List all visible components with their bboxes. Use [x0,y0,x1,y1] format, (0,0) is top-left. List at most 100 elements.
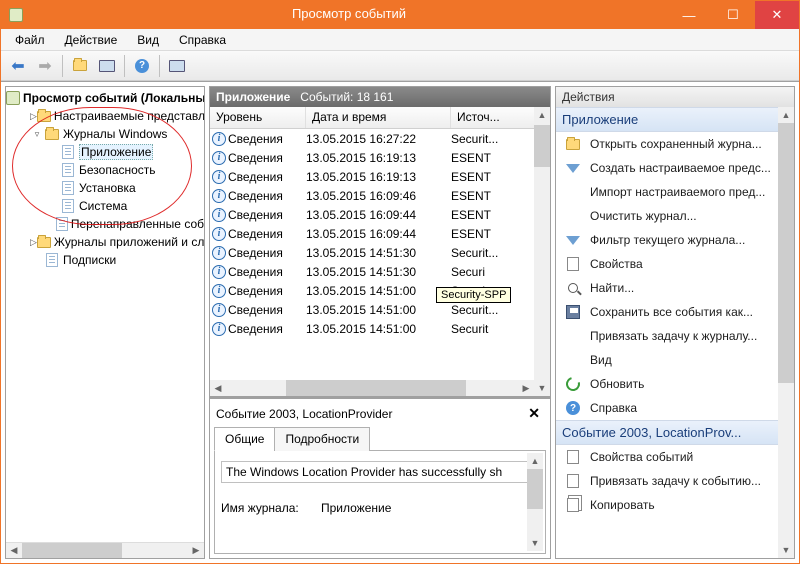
tree-item[interactable]: Перенаправленные соб [6,215,204,233]
row-level: Сведения [228,170,306,184]
section-title-label: Приложение [562,112,638,127]
show-tree-button[interactable] [67,54,93,78]
panel-toggle-button-2[interactable] [164,54,190,78]
menu-action[interactable]: Действие [57,31,126,49]
info-icon: i [212,208,226,222]
action-item[interactable]: Очистить журнал... [556,204,794,228]
event-row[interactable]: iСведения13.05.2015 14:51:30Securit... [210,243,550,262]
actions-section-event-title[interactable]: Событие 2003, LocationProv...▲ [556,420,794,445]
log-icon [62,145,74,159]
filter-icon [566,164,580,173]
details-close-button[interactable]: ✕ [524,405,544,422]
action-item[interactable]: Обновить [556,372,794,396]
tab-general[interactable]: Общие [214,427,275,451]
tree-item[interactable]: ▷ Журналы приложений и сл [6,233,204,251]
action-label: Вид [590,353,773,367]
action-item[interactable]: Импорт настраиваемого пред... [556,180,794,204]
minimize-button[interactable]: — [667,1,711,29]
action-label: Копировать [590,498,773,512]
event-row[interactable]: iСведения13.05.2015 16:09:44ESENT [210,224,550,243]
panel-toggle-button[interactable] [94,54,120,78]
row-datetime: 13.05.2015 14:51:00 [306,322,451,336]
actions-vscrollbar[interactable]: ▲▼ [778,107,794,558]
action-item[interactable]: Привязать задачу к событию... [556,469,794,493]
action-item[interactable]: Привязать задачу к журналу... [556,324,794,348]
titlebar: Просмотр событий — ☐ ✕ [1,1,799,29]
row-level: Сведения [228,132,306,146]
maximize-button[interactable]: ☐ [711,1,755,29]
col-level[interactable]: Уровень [210,107,306,128]
tree-root[interactable]: Просмотр событий (Локальны [6,89,204,107]
help-button[interactable]: ? [129,54,155,78]
log-icon [56,217,68,231]
list-vscrollbar[interactable]: ▲▼ [534,107,550,396]
menu-help[interactable]: Справка [171,31,234,49]
tree-item[interactable]: Подписки [6,251,204,269]
tree-item[interactable]: ▷Настраиваемые представл [6,107,204,125]
action-item[interactable]: ?Справка▶ [556,396,794,420]
tree-body[interactable]: Просмотр событий (Локальны▷Настраиваемые… [6,87,204,542]
toolbar-separator [124,55,125,77]
save-icon [566,305,580,319]
action-item[interactable]: Фильтр текущего журнала... [556,228,794,252]
toolbar: ⬅ ➡ ? [1,51,799,81]
row-datetime: 13.05.2015 14:51:30 [306,265,451,279]
tab-details[interactable]: Подробности [274,427,370,451]
action-item[interactable]: Свойства событий [556,445,794,469]
log-icon [62,181,74,195]
tree-item[interactable]: ▿ Журналы Windows [6,125,204,143]
info-icon: i [212,132,226,146]
tree-twisty[interactable]: ▿ [30,129,44,140]
tree-item[interactable]: Система [6,197,204,215]
tree-hscrollbar[interactable]: ◀▶ [6,542,204,558]
tree-item-label: Журналы Windows [63,127,167,141]
actions-header: Действия [556,87,794,107]
tree-item[interactable]: Установка [6,179,204,197]
tree-twisty[interactable]: ▷ [30,111,37,122]
event-row[interactable]: iСведения13.05.2015 16:09:44ESENT [210,205,550,224]
event-viewer-icon [6,91,20,105]
tree-item-label: Журналы приложений и сл [54,235,204,249]
actions-section-app-title[interactable]: Приложение▲ [556,107,794,132]
row-level: Сведения [228,246,306,260]
event-row[interactable]: iСведения13.05.2015 16:19:13ESENT [210,148,550,167]
event-row[interactable]: iСведения13.05.2015 16:27:22Securit... [210,129,550,148]
meta-logname-label: Имя журнала: [221,501,311,515]
event-description: The Windows Location Provider has succes… [221,461,539,483]
tree-item[interactable]: Безопасность [6,161,204,179]
info-icon: i [212,189,226,203]
close-button[interactable]: ✕ [755,1,799,29]
help-icon: ? [566,401,580,415]
row-datetime: 13.05.2015 16:09:46 [306,189,451,203]
folder-icon [73,60,87,71]
action-item[interactable]: Сохранить все события как... [556,300,794,324]
tree-twisty[interactable]: ▷ [30,237,37,248]
action-item[interactable]: Вид▶ [556,348,794,372]
action-label: Очистить журнал... [590,209,788,223]
menu-view[interactable]: Вид [129,31,167,49]
details-vscrollbar[interactable]: ▲▼ [527,453,543,551]
menu-file[interactable]: Файл [7,31,53,49]
action-item[interactable]: Копировать▶ [556,493,794,517]
tree-item[interactable]: Приложение [6,143,204,161]
nav-forward-button[interactable]: ➡ [32,54,58,78]
action-item[interactable]: Свойства [556,252,794,276]
tree-item-label: Подписки [63,253,116,267]
properties-icon [567,450,579,464]
action-item[interactable]: Открыть сохраненный журна... [556,132,794,156]
event-row[interactable]: iСведения13.05.2015 14:51:30Securi [210,262,550,281]
event-row[interactable]: iСведения13.05.2015 16:09:46ESENT [210,186,550,205]
event-rows[interactable]: iСведения13.05.2015 16:27:22Securit...iС… [210,129,550,396]
event-row[interactable]: iСведения13.05.2015 14:51:00Securit [210,319,550,338]
row-datetime: 13.05.2015 16:27:22 [306,132,451,146]
action-label: Сохранить все события как... [590,305,788,319]
action-item[interactable]: Найти... [556,276,794,300]
row-level: Сведения [228,322,306,336]
action-label: Открыть сохраненный журна... [590,137,788,151]
action-item[interactable]: Создать настраиваемое предс... [556,156,794,180]
row-level: Сведения [228,303,306,317]
event-row[interactable]: iСведения13.05.2015 16:19:13ESENT [210,167,550,186]
list-hscrollbar[interactable]: ◀▶ [210,380,534,396]
nav-back-button[interactable]: ⬅ [5,54,31,78]
col-datetime[interactable]: Дата и время [306,107,451,128]
